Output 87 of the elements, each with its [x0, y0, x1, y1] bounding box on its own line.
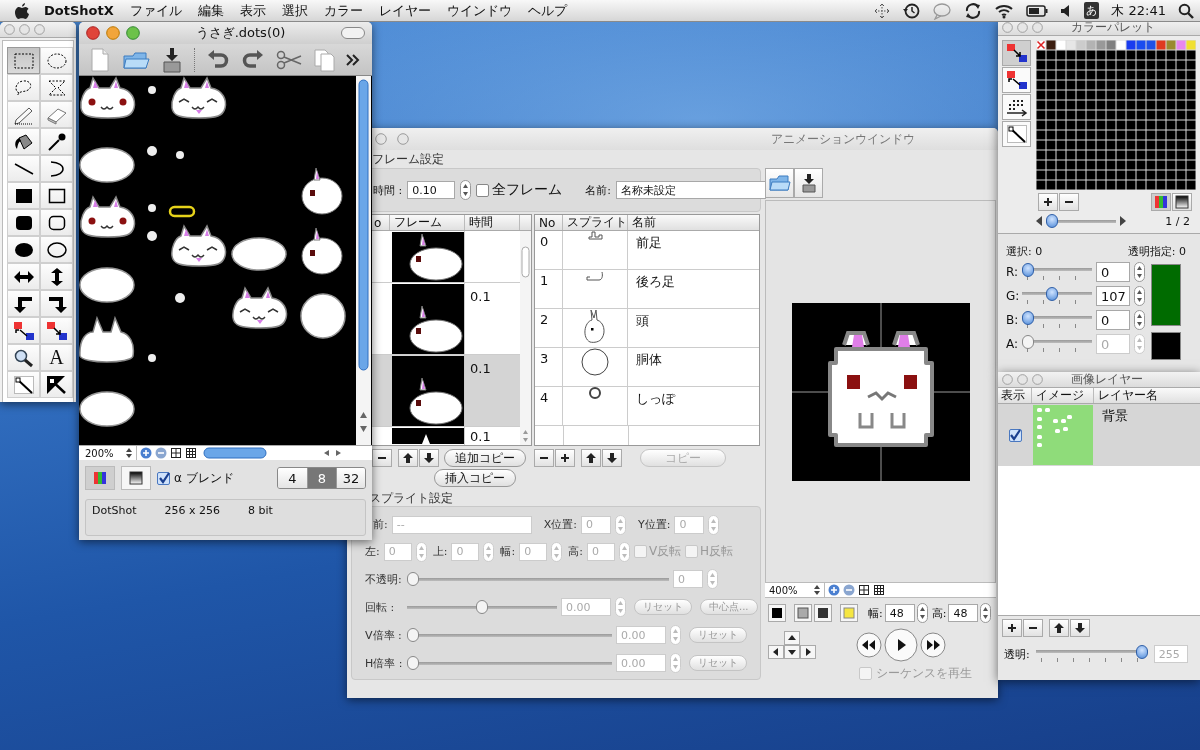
window-title: 画像レイヤー — [1071, 372, 1143, 388]
column-header[interactable]: o — [372, 215, 390, 230]
menu-title[interactable]: ファイル — [121, 1, 190, 20]
menu-title[interactable]: ヘルプ — [519, 1, 575, 20]
field-label: 不透明: — [365, 571, 403, 587]
channel-label: G: — [1006, 289, 1018, 303]
table-cell-text: 0.1 — [469, 360, 491, 378]
table-cell: 1 — [535, 270, 563, 308]
table-cell: 4 — [535, 387, 563, 425]
menu-title[interactable]: DotShotX — [30, 3, 122, 18]
menu-title[interactable]: 選択 — [273, 1, 316, 20]
text-field[interactable]: 107 — [1096, 286, 1130, 306]
tool-button[interactable]: A — [40, 344, 73, 371]
page-indicator: 1 / 2 — [1165, 214, 1190, 228]
field-label: 名前: — [585, 182, 611, 198]
table-row[interactable]: 0.1 — [372, 355, 520, 427]
channel-label: A: — [1006, 337, 1018, 351]
field-label: 時間 : — [373, 182, 403, 198]
text-field[interactable]: 0.10 — [407, 181, 456, 199]
channel-label: R: — [1006, 265, 1018, 279]
column-header[interactable]: 表示 — [998, 388, 1032, 403]
table-cell-text: 胴体 — [635, 351, 662, 369]
column-header[interactable]: 時間 — [465, 215, 520, 230]
field-label: 幅: — [500, 544, 516, 559]
table-cell-text: 0.1 — [469, 428, 491, 445]
info-text: 8 bit — [248, 504, 273, 519]
field-label: 前: — [373, 517, 388, 532]
checkbox-label: シーケンスを再生 — [876, 664, 972, 682]
text-field[interactable]: 0 — [1096, 310, 1130, 330]
info-text: 256 x 256 — [164, 504, 220, 519]
field-label: X位置: — [543, 517, 577, 532]
column-header[interactable]: フレーム — [390, 215, 465, 230]
column-header[interactable]: レイヤー名 — [1094, 388, 1200, 403]
field-label: 高: — [568, 544, 583, 559]
table-cell-text: 後ろ足 — [635, 273, 675, 291]
selection-label: 選択: 0 — [1006, 243, 1043, 259]
window-title: カラーパレット — [1071, 20, 1155, 36]
info-text: DotShot — [92, 504, 137, 519]
menu-title[interactable]: レイヤー — [370, 1, 439, 20]
transparency-label: 透明指定: 0 — [1127, 243, 1186, 259]
text-field[interactable]: 名称未設定 — [615, 181, 766, 199]
column-header[interactable]: イメージ — [1032, 388, 1094, 403]
checkbox-label: H反転 — [700, 543, 734, 560]
channel-label: B: — [1006, 313, 1018, 327]
field-label: V倍率 : — [365, 627, 403, 643]
table-cell-text: 背景 — [1101, 407, 1128, 425]
column-header[interactable]: スプライト — [563, 215, 628, 230]
section-heading: フレーム設定 — [371, 150, 445, 168]
table-cell: 0 — [535, 231, 563, 269]
text-field[interactable]: 0 — [1096, 262, 1130, 282]
table-cell-text: 0.1 — [469, 288, 491, 306]
column-header[interactable]: 名前 — [628, 215, 759, 230]
menu-title[interactable]: 表示 — [231, 1, 274, 20]
bit-depth-button[interactable]: 4 — [278, 468, 307, 488]
window-title: アニメーションウインドウ — [770, 130, 916, 148]
text-field[interactable]: 48 — [948, 604, 979, 622]
field-label: 幅: — [868, 605, 883, 621]
table-cell: 3 — [535, 348, 563, 386]
bit-depth-button[interactable]: 8 — [307, 468, 336, 488]
copy-button[interactable]: 追加コピー — [444, 449, 526, 467]
field-label: 左: — [365, 544, 380, 559]
table-row[interactable]: 0.1 — [372, 427, 520, 445]
table-cell-text: 前足 — [635, 234, 662, 252]
field-label: H倍率 : — [365, 655, 403, 671]
field-label: 回転 : — [365, 599, 396, 615]
menu-title[interactable]: 編集 — [189, 1, 232, 20]
layer-row[interactable]: 背景 — [998, 404, 1200, 466]
table-cell: 2 — [535, 309, 563, 347]
menu-clock[interactable]: 木 22:41 — [1111, 1, 1166, 20]
window-title: うさぎ.dots(0) — [194, 24, 287, 42]
menu-title[interactable]: ウインドウ — [438, 1, 520, 20]
bit-depth-button[interactable]: 32 — [336, 468, 365, 488]
checkbox-label: 全フレーム — [492, 181, 563, 199]
field-label: 高: — [931, 605, 947, 621]
field-label: 上: — [432, 544, 448, 559]
input-mode-indicator[interactable]: あ — [1084, 2, 1100, 19]
checkbox-label: α ブレンド — [174, 469, 234, 487]
table-cell-text: 頭 — [635, 312, 649, 330]
table-row[interactable]: 0.1 — [372, 283, 520, 355]
text-field[interactable]: 48 — [884, 604, 915, 622]
field-label: Y位置: — [637, 517, 671, 532]
menu-title[interactable]: カラー — [315, 1, 371, 20]
checkbox-label: V反転 — [648, 543, 682, 560]
column-header[interactable]: No — [535, 215, 563, 230]
table-cell-text: しっぽ — [635, 390, 675, 408]
copy-button[interactable]: 挿入コピー — [434, 469, 516, 487]
field-label: 透明: — [1004, 646, 1030, 662]
